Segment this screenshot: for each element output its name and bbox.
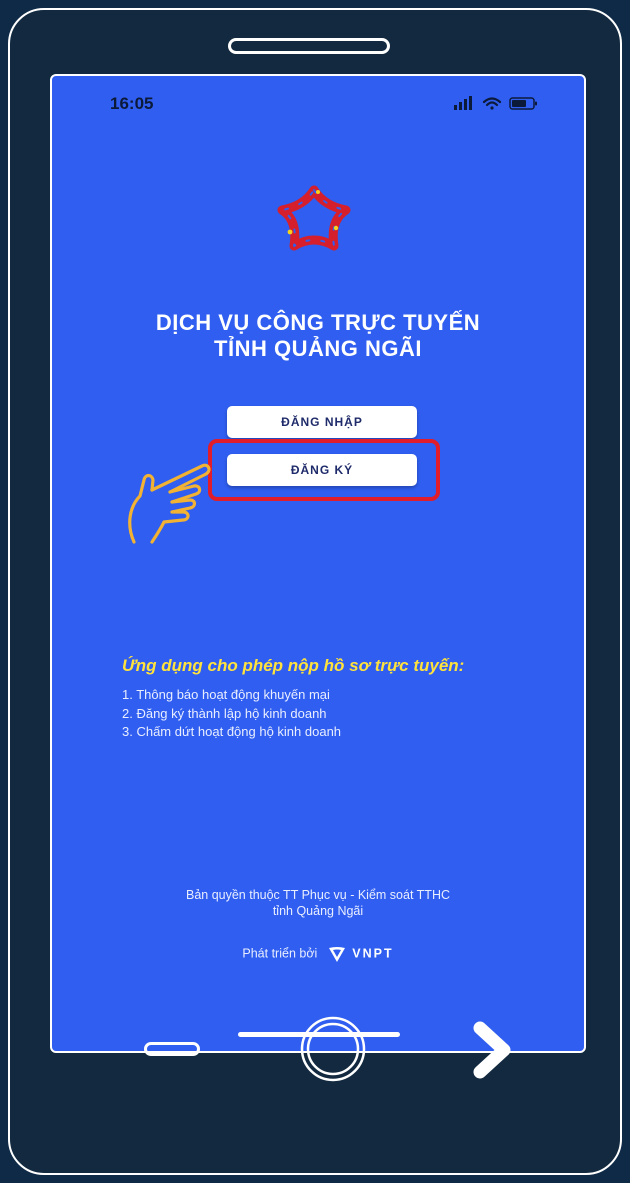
status-icons (454, 96, 537, 110)
phone-frame: 16:05 DỊCH VỤ CÔNG TRỰC TUYẾN TỈNH QUẢNG… (8, 8, 622, 1175)
list-item: 1. Thông báo hoạt động khuyến mại (122, 687, 330, 702)
chevron-right-icon[interactable] (468, 1020, 516, 1080)
back-bar-icon[interactable] (144, 1042, 200, 1056)
vnpt-brand: VNPT (352, 946, 394, 961)
pointing-hand-icon (128, 463, 211, 544)
app-screen: 16:05 DỊCH VỤ CÔNG TRỰC TUYẾN TỈNH QUẢNG… (50, 74, 586, 1053)
battery-icon (509, 97, 537, 110)
app-title-line1: DỊCH VỤ CÔNG TRỰC TUYẾN (155, 310, 481, 335)
feature-list: 1. Thông báo hoạt động khuyến mại 2. Đăn… (122, 686, 341, 742)
app-title-line2: TỈNH QUẢNG NGÃI (214, 336, 422, 361)
wifi-icon (482, 97, 502, 110)
signal-icon (454, 96, 472, 110)
home-circle-icon[interactable] (298, 1014, 368, 1084)
speaker-slot (228, 38, 390, 54)
login-button[interactable]: ĐĂNG NHẬP (227, 406, 417, 438)
register-button[interactable]: ĐĂNG KÝ (227, 454, 417, 486)
list-item: 3. Chấm dứt hoạt động hộ kinh doanh (122, 724, 342, 739)
copyright-line2: tỉnh Quảng Ngãi (272, 904, 364, 918)
info-heading: Ứng dụng cho phép nộp hồ sơ trực tuyến: (122, 656, 465, 675)
copyright-line1: Bản quyền thuộc TT Phục vụ - Kiểm soát T… (185, 888, 450, 902)
vnpt-logo-icon (328, 947, 345, 962)
developer-credit: Phát triển bởi VNPT (52, 944, 584, 964)
status-time: 16:05 (110, 94, 154, 113)
developed-by-label: Phát triển bởi (242, 946, 318, 961)
national-star-logo (277, 185, 351, 251)
list-item: 2. Đăng ký thành lập hộ kinh doanh (122, 705, 327, 721)
